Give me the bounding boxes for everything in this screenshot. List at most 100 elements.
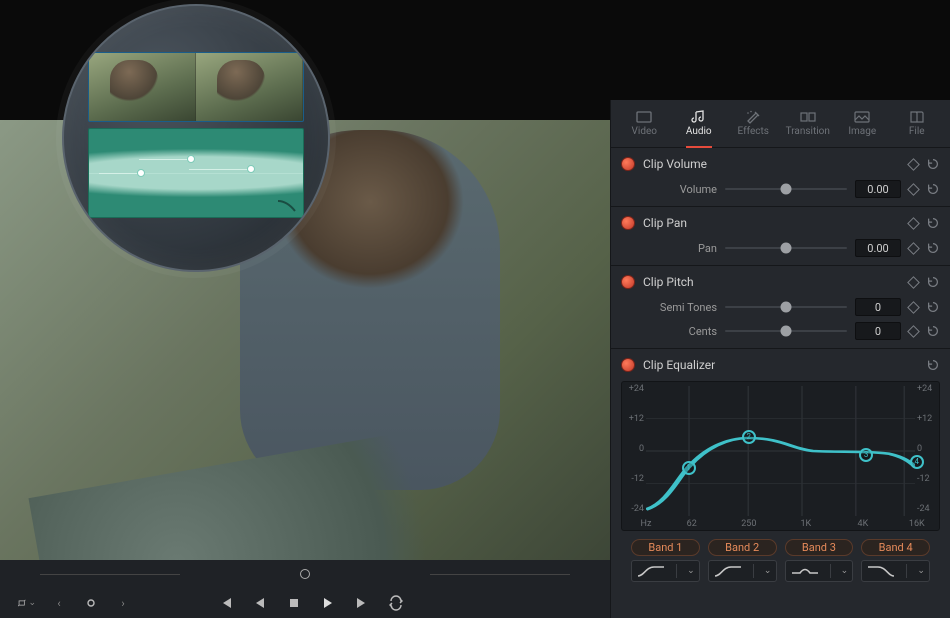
reset-icon[interactable] [926, 182, 940, 196]
reset-icon[interactable] [926, 216, 940, 230]
marker-next-icon[interactable]: › [114, 594, 132, 612]
inspector-panel: Video Audio Effects Transition Image Fil… [610, 100, 950, 618]
pan-slider[interactable] [725, 241, 847, 255]
loop-button[interactable] [387, 594, 405, 612]
marker-prev-icon[interactable]: ‹ [50, 594, 68, 612]
param-pan: Pan 0.00 [621, 239, 940, 257]
section-enable-toggle[interactable] [621, 275, 635, 289]
keyframe-segment[interactable] [139, 159, 189, 160]
tab-audio[interactable]: Audio [672, 100, 727, 147]
eq-band-1: Band 1 ⌄ [631, 539, 700, 582]
reset-icon[interactable] [926, 241, 940, 255]
audio-track[interactable] [88, 128, 304, 218]
clip-thumbnail[interactable] [89, 53, 196, 121]
eq-node-4[interactable]: 4 [910, 455, 924, 469]
band-label[interactable]: Band 2 [708, 539, 777, 556]
reset-icon[interactable] [926, 275, 940, 289]
reset-icon[interactable] [926, 324, 940, 338]
param-volume: Volume 0.00 [621, 180, 940, 198]
section-enable-toggle[interactable] [621, 216, 635, 230]
video-track[interactable] [88, 52, 304, 122]
eq-graph[interactable]: +24 +12 0 -12 -24 +24 +12 0 -12 -24 Hz 6… [621, 381, 940, 531]
reset-icon[interactable] [926, 300, 940, 314]
keyframe-icon[interactable] [907, 217, 920, 230]
audio-keyframe[interactable] [187, 155, 195, 163]
eq-hz-tick: 62 [687, 519, 697, 529]
keyframe-icon[interactable] [907, 242, 920, 255]
tab-transition[interactable]: Transition [781, 100, 836, 147]
eq-band-2: Band 2 ⌄ [708, 539, 777, 582]
section-title: Clip Volume [643, 157, 901, 171]
pan-value[interactable]: 0.00 [855, 239, 901, 257]
jog-bar[interactable] [40, 568, 570, 580]
volume-value[interactable]: 0.00 [855, 180, 901, 198]
play-reverse-button[interactable] [251, 594, 269, 612]
section-title: Clip Equalizer [643, 358, 918, 372]
section-title: Clip Pan [643, 216, 901, 230]
eq-band-4: Band 4 ⌄ [861, 539, 930, 582]
band-shape-select[interactable]: ⌄ [631, 560, 700, 582]
semitones-value[interactable]: 0 [855, 298, 901, 316]
band-label[interactable]: Band 4 [861, 539, 930, 556]
band-shape-select[interactable]: ⌄ [861, 560, 930, 582]
audio-keyframe[interactable] [137, 169, 145, 177]
play-button[interactable] [319, 594, 337, 612]
tab-video[interactable]: Video [617, 100, 672, 147]
audio-keyframe[interactable] [247, 165, 255, 173]
keyframe-icon[interactable] [907, 325, 920, 338]
section-enable-toggle[interactable] [621, 157, 635, 171]
param-semitones: Semi Tones 0 [621, 298, 940, 316]
band-label[interactable]: Band 3 [785, 539, 854, 556]
eq-db-tick: -24 [624, 504, 644, 514]
tab-label: Transition [786, 126, 830, 137]
section-clip-pan: Clip Pan Pan 0.00 [611, 207, 950, 266]
last-frame-button[interactable] [353, 594, 371, 612]
keyframe-segment[interactable] [99, 173, 139, 174]
eq-db-tick: +12 [917, 414, 937, 424]
keyframe-icon[interactable] [907, 183, 920, 196]
timeline-magnifier [62, 4, 330, 272]
marker-icon[interactable] [82, 594, 100, 612]
reset-icon[interactable] [926, 358, 940, 372]
section-title: Clip Pitch [643, 275, 901, 289]
param-label: Cents [645, 325, 717, 338]
reset-icon[interactable] [926, 157, 940, 171]
cents-value[interactable]: 0 [855, 322, 901, 340]
tab-file[interactable]: File [890, 100, 945, 147]
first-frame-button[interactable] [217, 594, 235, 612]
param-label: Semi Tones [645, 301, 717, 314]
tab-effects[interactable]: Effects [726, 100, 781, 147]
keyframe-icon[interactable] [907, 276, 920, 289]
semitones-slider[interactable] [725, 300, 847, 314]
inspector-tabs: Video Audio Effects Transition Image Fil… [611, 100, 950, 148]
crop-icon[interactable]: ⌄ [18, 594, 36, 612]
eq-hz-tick: 4K [858, 519, 869, 529]
param-label: Pan [645, 242, 717, 255]
eq-node-1[interactable]: 1 [682, 461, 696, 475]
eq-db-tick: 0 [624, 444, 644, 454]
keyframe-segment[interactable] [189, 169, 249, 170]
eq-node-3[interactable]: 3 [859, 448, 873, 462]
eq-db-tick: +24 [917, 384, 937, 394]
stop-button[interactable] [285, 594, 303, 612]
clip-thumbnail[interactable] [196, 53, 303, 121]
tab-image[interactable]: Image [835, 100, 890, 147]
eq-band-row: Band 1 ⌄ Band 2 ⌄ Band 3 ⌄ [621, 539, 940, 582]
chevron-down-icon: ⌄ [764, 566, 772, 576]
fade-curve-icon[interactable] [277, 199, 297, 213]
cents-slider[interactable] [725, 324, 847, 338]
section-enable-toggle[interactable] [621, 358, 635, 372]
eq-hz-tick: 16K [909, 519, 925, 529]
chevron-down-icon: ⌄ [917, 566, 925, 576]
band-shape-select[interactable]: ⌄ [785, 560, 854, 582]
band-label[interactable]: Band 1 [631, 539, 700, 556]
param-cents: Cents 0 [621, 322, 940, 340]
eq-db-tick: 0 [917, 444, 937, 454]
jog-knob[interactable] [300, 569, 310, 579]
volume-slider[interactable] [725, 182, 847, 196]
keyframe-icon[interactable] [907, 158, 920, 171]
band-shape-select[interactable]: ⌄ [708, 560, 777, 582]
keyframe-icon[interactable] [907, 301, 920, 314]
eq-node-2[interactable]: 2 [742, 430, 756, 444]
section-clip-volume: Clip Volume Volume 0.00 [611, 148, 950, 207]
